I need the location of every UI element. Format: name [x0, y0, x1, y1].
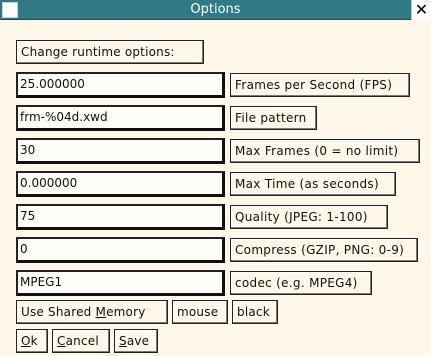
codec-input[interactable] [16, 270, 225, 296]
compress-label-button[interactable]: Compress (GZIP, PNG: 0-9) [230, 238, 418, 262]
dialog-body: Change runtime options: Frames per Secon… [0, 20, 431, 356]
black-toggle-button[interactable]: black [232, 300, 278, 324]
save-label-rest: ave [126, 334, 150, 348]
title-bar[interactable]: Options ✕ [0, 0, 431, 20]
max-time-input[interactable] [16, 171, 225, 197]
options-dialog: Options ✕ Change runtime options: Frames… [0, 0, 431, 356]
close-icon[interactable]: ✕ [411, 0, 431, 20]
file-pattern-input-field[interactable] [20, 110, 222, 124]
max-time-input-field[interactable] [20, 176, 222, 190]
shared-memory-mnemonic: M [95, 305, 107, 319]
cancel-label-rest: ancel [65, 334, 99, 348]
use-shared-memory-button[interactable]: Use Shared Memory [16, 300, 168, 324]
save-button[interactable]: Save [114, 329, 158, 353]
file-pattern-label-button[interactable]: File pattern [230, 106, 317, 130]
quality-input-field[interactable] [20, 209, 222, 223]
file-pattern-input[interactable] [16, 105, 225, 131]
max-time-label-button[interactable]: Max Time (as seconds) [230, 172, 396, 196]
codec-label-button[interactable]: codec (e.g. MPEG4) [230, 271, 372, 295]
quality-label-button[interactable]: Quality (JPEG: 1-100) [230, 205, 388, 229]
quality-input[interactable] [16, 204, 225, 230]
ok-mnemonic: O [21, 334, 31, 348]
cancel-mnemonic: C [57, 334, 66, 348]
ok-button[interactable]: Ok [16, 329, 48, 353]
save-mnemonic: S [119, 334, 127, 348]
compress-input[interactable] [16, 237, 225, 263]
ok-label-rest: k [30, 334, 38, 348]
cancel-button[interactable]: Cancel [52, 329, 110, 353]
codec-input-field[interactable] [20, 275, 222, 289]
max-frames-input[interactable] [16, 138, 225, 164]
fps-input-field[interactable] [20, 77, 222, 91]
fps-input[interactable] [16, 72, 225, 98]
compress-input-field[interactable] [20, 242, 222, 256]
window-title: Options [190, 2, 241, 17]
fps-label-button[interactable]: Frames per Second (FPS) [230, 73, 410, 97]
max-frames-label-button[interactable]: Max Frames (0 = no limit) [230, 139, 420, 163]
shared-memory-suffix: emory [106, 305, 146, 319]
mouse-toggle-button[interactable]: mouse [172, 300, 228, 324]
max-frames-input-field[interactable] [20, 143, 222, 157]
change-runtime-options-button[interactable]: Change runtime options: [16, 40, 204, 64]
shared-memory-prefix: Use Shared [21, 305, 96, 319]
